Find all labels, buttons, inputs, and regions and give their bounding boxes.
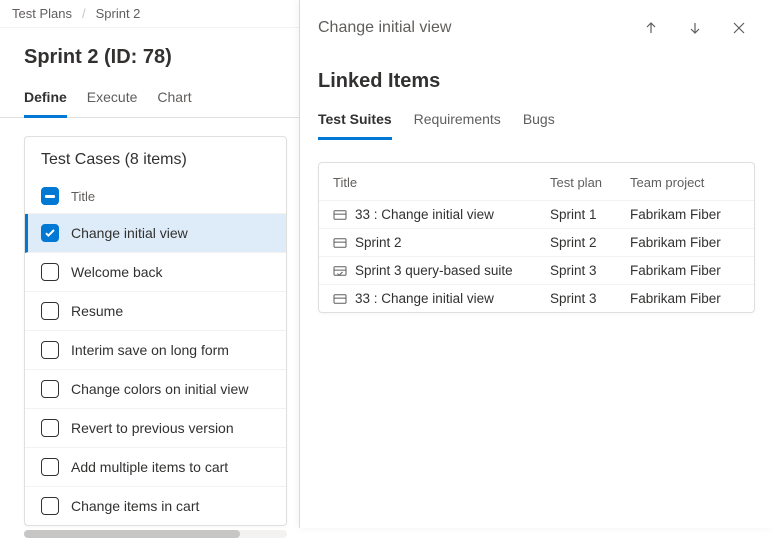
page-title: Sprint 2 (ID: 78) [0,28,299,81]
testcase-checkbox[interactable] [41,263,59,281]
close-icon [731,20,747,36]
linked-plan: Sprint 3 [550,291,630,306]
testcase-title: Resume [71,303,123,319]
testcase-checkbox[interactable] [41,341,59,359]
arrow-down-icon [687,20,703,36]
testcase-checkbox[interactable] [41,302,59,320]
subtab-requirements[interactable]: Requirements [414,103,501,140]
main-tabs: Define Execute Chart [0,81,299,118]
testcase-checkbox[interactable] [41,380,59,398]
select-all-checkbox[interactable] [41,187,59,205]
linked-col-plan: Test plan [550,175,630,190]
breadcrumb-separator: / [82,6,86,21]
linked-col-title: Title [333,175,550,190]
testcase-row[interactable]: Change initial view [25,214,286,253]
subtab-test-suites[interactable]: Test Suites [318,103,392,140]
arrow-up-icon [643,20,659,36]
testcases-title: Test Cases (8 items) [25,137,286,179]
linked-team: Fabrikam Fiber [630,207,740,222]
column-title: Title [71,189,95,204]
linked-plan: Sprint 1 [550,207,630,222]
testcase-row[interactable]: Change items in cart [25,487,286,525]
linked-plan: Sprint 2 [550,235,630,250]
tab-define[interactable]: Define [24,81,67,118]
linked-title: 33 : Change initial view [355,291,494,306]
linked-items-heading: Linked Items [300,52,773,103]
testcase-title: Welcome back [71,264,163,280]
horizontal-scrollbar[interactable] [24,530,287,538]
testcase-row[interactable]: Resume [25,292,286,331]
details-panel: Change initial view Linked Items Test Su… [300,0,773,528]
linked-team: Fabrikam Fiber [630,291,740,306]
linked-team: Fabrikam Fiber [630,263,740,278]
subtab-bugs[interactable]: Bugs [523,103,555,140]
breadcrumb-current[interactable]: Sprint 2 [96,6,141,21]
testcase-row[interactable]: Revert to previous version [25,409,286,448]
testcase-row[interactable]: Add multiple items to cart [25,448,286,487]
testcase-title: Change colors on initial view [71,381,248,397]
testcase-checkbox[interactable] [41,458,59,476]
linked-row[interactable]: 33 : Change initial view Sprint 1Fabrikam… [319,201,754,229]
close-button[interactable] [723,12,755,44]
static-suite-icon [333,237,347,249]
tab-execute[interactable]: Execute [87,81,138,118]
testcases-header-row: Title [25,179,286,214]
scrollbar-thumb[interactable] [24,530,240,538]
linked-title: 33 : Change initial view [355,207,494,222]
testcase-row[interactable]: Interim save on long form [25,331,286,370]
testcase-title: Revert to previous version [71,420,234,436]
testcase-row[interactable]: Welcome back [25,253,286,292]
linked-title: Sprint 2 [355,235,402,250]
next-button[interactable] [679,12,711,44]
linked-header-row: Title Test plan Team project [319,163,754,201]
linked-items-table: Title Test plan Team project 33 : Change… [318,162,755,313]
testcase-title: Change initial view [71,225,188,241]
testcases-card: Test Cases (8 items) Title Change initia… [24,136,287,526]
linked-title: Sprint 3 query-based suite [355,263,513,278]
query-suite-icon [333,265,347,277]
tab-chart[interactable]: Chart [157,81,191,118]
testcase-checkbox[interactable] [41,224,59,242]
testcase-checkbox[interactable] [41,497,59,515]
static-suite-icon [333,209,347,221]
breadcrumb-root[interactable]: Test Plans [12,6,72,21]
breadcrumb: Test Plans / Sprint 2 [0,0,299,28]
testcase-row[interactable]: Change colors on initial view [25,370,286,409]
linked-items-tabs: Test Suites Requirements Bugs [300,103,773,140]
testcase-title: Add multiple items to cart [71,459,228,475]
panel-title: Change initial view [318,19,623,37]
linked-team: Fabrikam Fiber [630,235,740,250]
previous-button[interactable] [635,12,667,44]
linked-plan: Sprint 3 [550,263,630,278]
testcase-title: Interim save on long form [71,342,229,358]
linked-row[interactable]: Sprint 3 query-based suite Sprint 3Fabrik… [319,257,754,285]
linked-col-team: Team project [630,175,740,190]
linked-row[interactable]: Sprint 2Sprint 2Fabrikam Fiber [319,229,754,257]
testcase-checkbox[interactable] [41,419,59,437]
static-suite-icon [333,293,347,305]
linked-row[interactable]: 33 : Change initial view Sprint 3Fabrikam… [319,285,754,312]
testcase-title: Change items in cart [71,498,199,514]
